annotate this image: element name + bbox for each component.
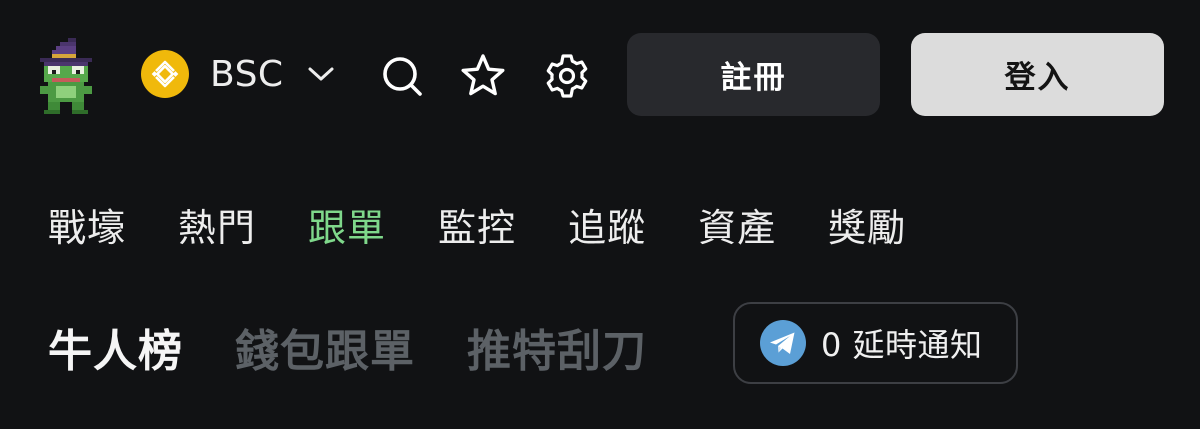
logo-icon[interactable] — [36, 38, 96, 114]
favorites-button[interactable] — [459, 52, 507, 100]
sub-nav: 牛人榜 錢包跟單 推特刮刀 — [48, 312, 699, 382]
nav-tab-monitor[interactable]: 監控 — [438, 197, 516, 252]
nav-tab-trending[interactable]: 熱門 — [178, 197, 256, 252]
chain-selector[interactable]: BSC — [140, 48, 336, 100]
nav-tab-trenches[interactable]: 戰壕 — [48, 197, 126, 252]
top-bar: BSC 註冊 登入 — [0, 0, 1200, 150]
nav-tab-rewards[interactable]: 獎勵 — [828, 197, 906, 252]
star-icon — [461, 54, 505, 96]
subtab-wallet-copy[interactable]: 錢包跟單 — [235, 315, 415, 379]
login-button[interactable]: 登入 — [911, 33, 1164, 116]
register-button[interactable]: 註冊 — [627, 33, 880, 116]
search-button[interactable] — [378, 52, 426, 100]
zero-delay-notify-button[interactable]: 0 延時通知 — [733, 302, 1018, 384]
subtab-leaderboard[interactable]: 牛人榜 — [48, 315, 183, 379]
main-nav: 戰壕 熱門 跟單 監控 追蹤 資產 獎勵 — [48, 196, 958, 252]
nav-tab-assets[interactable]: 資產 — [698, 197, 776, 252]
nav-tab-tracking[interactable]: 追蹤 — [568, 197, 646, 252]
notify-label: 0 延時通知 — [821, 326, 983, 364]
search-icon — [383, 57, 422, 96]
chevron-down-icon — [308, 67, 334, 81]
telegram-icon — [760, 320, 806, 366]
settings-button[interactable] — [543, 52, 591, 100]
nav-tab-copy-trade[interactable]: 跟單 — [308, 197, 386, 252]
chain-label: BSC — [210, 53, 284, 95]
bnb-coin-icon — [141, 50, 189, 98]
subtab-twitter-scraper[interactable]: 推特刮刀 — [467, 315, 647, 379]
gear-icon — [546, 54, 588, 98]
